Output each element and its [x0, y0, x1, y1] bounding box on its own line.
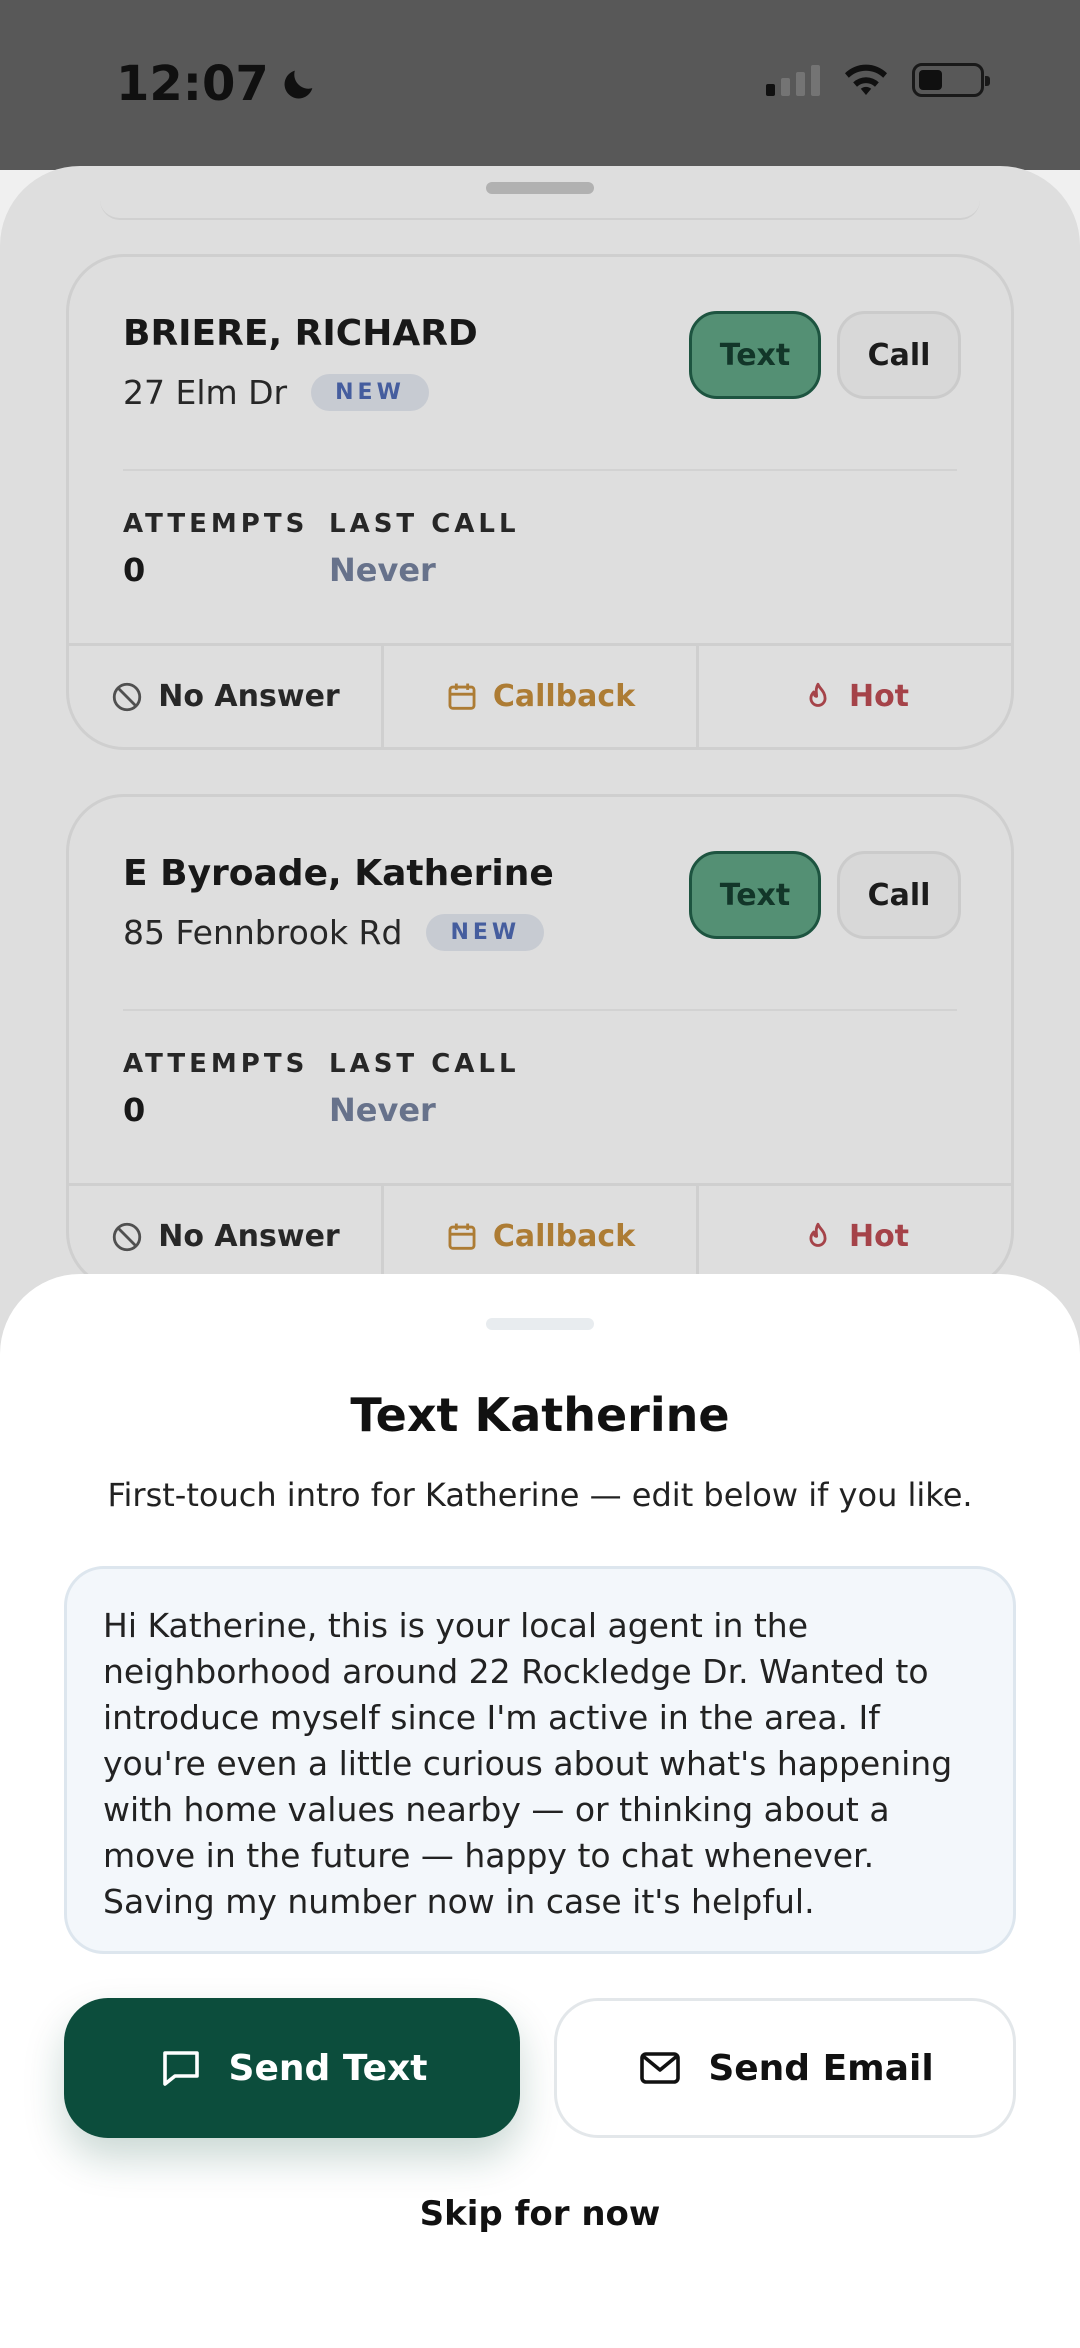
- send-email-label: Send Email: [708, 2047, 934, 2089]
- modal-title: Text Katherine: [350, 1388, 730, 1442]
- screen: 12:07 BRIERE, RICHARD 27 Elm Dr NEW Text…: [0, 0, 1080, 2348]
- send-text-button[interactable]: Send Text: [64, 1998, 520, 2138]
- skip-for-now-link[interactable]: Skip for now: [0, 2194, 1080, 2234]
- chat-bubble-icon: [162, 2051, 199, 2086]
- modal-handle[interactable]: [486, 1318, 594, 1330]
- modal-subtitle: First-touch intro for Katherine — edit b…: [107, 1476, 973, 1514]
- send-text-label: Send Text: [228, 2047, 428, 2089]
- mail-icon: [640, 2052, 681, 2084]
- send-email-button[interactable]: Send Email: [554, 1998, 1016, 2138]
- text-modal-sheet: Text Katherine First-touch intro for Kat…: [0, 1274, 1080, 2348]
- message-textarea[interactable]: Hi Katherine, this is your local agent i…: [64, 1566, 1016, 1954]
